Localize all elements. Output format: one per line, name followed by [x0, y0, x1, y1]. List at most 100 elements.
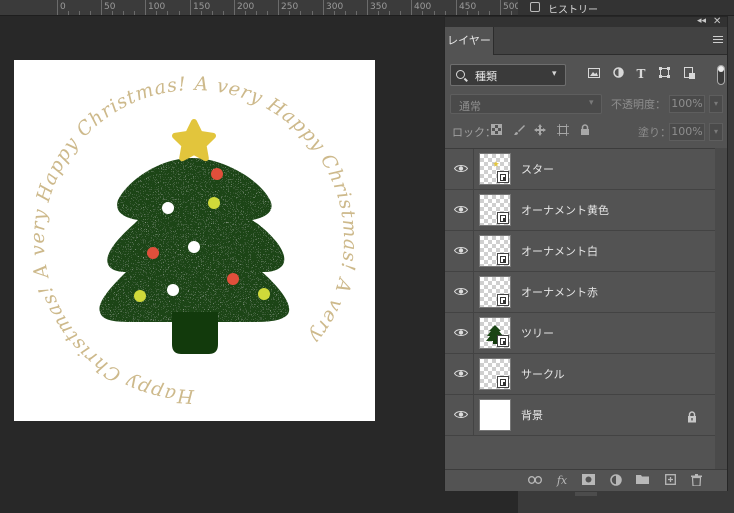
layer-row-circle[interactable]: サークル	[445, 354, 715, 395]
panel-resize-grip[interactable]	[575, 492, 597, 496]
canvas-workspace[interactable]: Happy Christmas! A very Happy Christmas!…	[0, 17, 444, 513]
layer-row-ornament-red[interactable]: オーナメント赤	[445, 272, 715, 313]
adjustment-layer-icon[interactable]	[608, 474, 624, 488]
chevron-down-icon: ▾	[552, 69, 557, 79]
layer-thumbnail	[479, 194, 511, 226]
visibility-eye-icon[interactable]	[454, 287, 468, 296]
ruler-minor-tick	[400, 11, 401, 15]
visibility-eye-icon[interactable]	[454, 328, 468, 337]
ornament-red	[147, 247, 159, 259]
christmas-artwork: Happy Christmas! A very Happy Christmas!…	[27, 73, 360, 408]
row-divider	[473, 149, 474, 189]
layer-name[interactable]: 背景	[521, 407, 543, 423]
type-filter-icon[interactable]: T	[633, 67, 649, 81]
layers-scrollbar[interactable]	[715, 148, 727, 470]
image-filter-icon[interactable]	[586, 67, 602, 81]
visibility-eye-icon[interactable]	[454, 410, 468, 419]
layer-row-ornament-yellow[interactable]: オーナメント黄色	[445, 190, 715, 231]
layer-thumbnail	[479, 399, 511, 431]
layers-footer-toolbar: fx	[445, 469, 727, 491]
ruler-major-tick	[190, 0, 191, 15]
ornament-red	[227, 273, 239, 285]
document-canvas[interactable]: Happy Christmas! A very Happy Christmas!…	[14, 60, 375, 421]
new-layer-icon[interactable]	[662, 474, 678, 488]
smart-object-filter-icon[interactable]	[681, 67, 697, 81]
ruler-major-tick	[456, 0, 457, 15]
ruler-minor-tick	[156, 11, 157, 15]
visibility-eye-icon[interactable]	[454, 369, 468, 378]
layer-name[interactable]: オーナメント赤	[521, 284, 598, 300]
link-layers-icon[interactable]	[527, 474, 543, 488]
lock-all-icon[interactable]	[578, 124, 592, 138]
layer-row-star[interactable]: スター	[445, 149, 715, 190]
lock-image-icon[interactable]	[512, 124, 526, 138]
fill-dropdown-icon[interactable]: ▾	[709, 123, 723, 141]
layer-thumbnail	[479, 276, 511, 308]
ruler-minor-tick	[90, 11, 91, 15]
ornament-red	[211, 168, 223, 180]
tab-layers[interactable]: レイヤー	[445, 27, 494, 55]
visibility-eye-icon[interactable]	[454, 246, 468, 255]
fill-input[interactable]: 100%	[669, 123, 705, 141]
smart-object-badge-icon	[497, 376, 509, 388]
ruler-minor-tick	[300, 11, 301, 15]
ruler-major-tick	[323, 0, 324, 15]
layer-name[interactable]: スター	[521, 161, 554, 177]
layer-row-background[interactable]: 背景	[445, 395, 715, 436]
ruler-minor-tick	[312, 11, 313, 15]
panel-menu-icon[interactable]	[713, 36, 723, 45]
ornament-yellow	[258, 288, 270, 300]
collapse-panel-icon[interactable]: ◂◂	[697, 16, 706, 26]
ruler-minor-tick	[289, 11, 290, 15]
history-panel-tab[interactable]: ヒストリー	[518, 0, 734, 16]
horizontal-ruler[interactable]: 0 50 100 150 200 250 300 350 400 450 500	[0, 0, 518, 16]
layer-style-fx-icon[interactable]: fx	[554, 474, 570, 488]
row-divider	[473, 272, 474, 312]
visibility-eye-icon[interactable]	[454, 164, 468, 173]
layer-name[interactable]: ツリー	[521, 325, 554, 341]
ruler-minor-tick	[179, 11, 180, 15]
ruler-minor-tick	[467, 11, 468, 15]
smart-object-badge-icon	[497, 212, 509, 224]
ornament-yellow	[208, 197, 220, 209]
panel-title-strip[interactable]: ◂◂ ✕	[445, 16, 727, 27]
layer-row-tree[interactable]: ツリー	[445, 313, 715, 354]
ruler-minor-tick	[245, 11, 246, 15]
layer-thumbnail	[479, 235, 511, 267]
layer-filter-value: 種類	[475, 70, 497, 83]
ruler-minor-tick	[422, 11, 423, 15]
filter-toggle-switch[interactable]	[717, 65, 725, 85]
layer-lock-icon[interactable]	[687, 408, 699, 423]
smart-object-badge-icon	[497, 171, 509, 183]
ruler-minor-tick	[389, 11, 390, 15]
layer-row-ornament-white[interactable]: オーナメント白	[445, 231, 715, 272]
layer-filter-select[interactable]: 種類 ▾	[450, 64, 566, 86]
smart-object-badge-icon	[497, 294, 509, 306]
opacity-input[interactable]: 100%	[669, 95, 705, 113]
row-divider	[473, 313, 474, 353]
visibility-eye-icon[interactable]	[454, 205, 468, 214]
ruler-minor-tick	[68, 11, 69, 15]
close-panel-icon[interactable]: ✕	[713, 16, 721, 27]
tree-star	[172, 119, 216, 162]
lock-transparency-icon[interactable]	[489, 124, 503, 138]
opacity-dropdown-icon[interactable]: ▾	[709, 95, 723, 113]
ruler-minor-tick	[434, 11, 435, 15]
lock-artboard-icon[interactable]	[556, 124, 570, 138]
new-group-icon[interactable]	[634, 474, 650, 488]
layer-name[interactable]: オーナメント白	[521, 243, 598, 259]
layers-list[interactable]: スター オーナメント黄色 オーナメント白 オーナメント赤 ツリー サークル 背景	[445, 148, 715, 470]
shape-filter-icon[interactable]	[656, 67, 672, 81]
layer-name[interactable]: オーナメント黄色	[521, 202, 609, 218]
chevron-down-icon: ▾	[589, 98, 594, 108]
layers-panel: ◂◂ ✕ レイヤー 種類 ▾ T 通常 ▾ 不透明度： 100% ▾ ロック： …	[444, 16, 728, 491]
layer-thumbnail	[479, 317, 511, 349]
add-mask-icon[interactable]	[580, 474, 596, 488]
lock-position-icon[interactable]	[533, 124, 547, 138]
ruler-minor-tick	[134, 11, 135, 15]
ruler-minor-tick	[334, 11, 335, 15]
delete-layer-icon[interactable]	[688, 474, 704, 488]
layer-name[interactable]: サークル	[521, 366, 565, 382]
blend-mode-select[interactable]: 通常 ▾	[450, 94, 602, 114]
adjustment-filter-icon[interactable]	[610, 67, 626, 81]
